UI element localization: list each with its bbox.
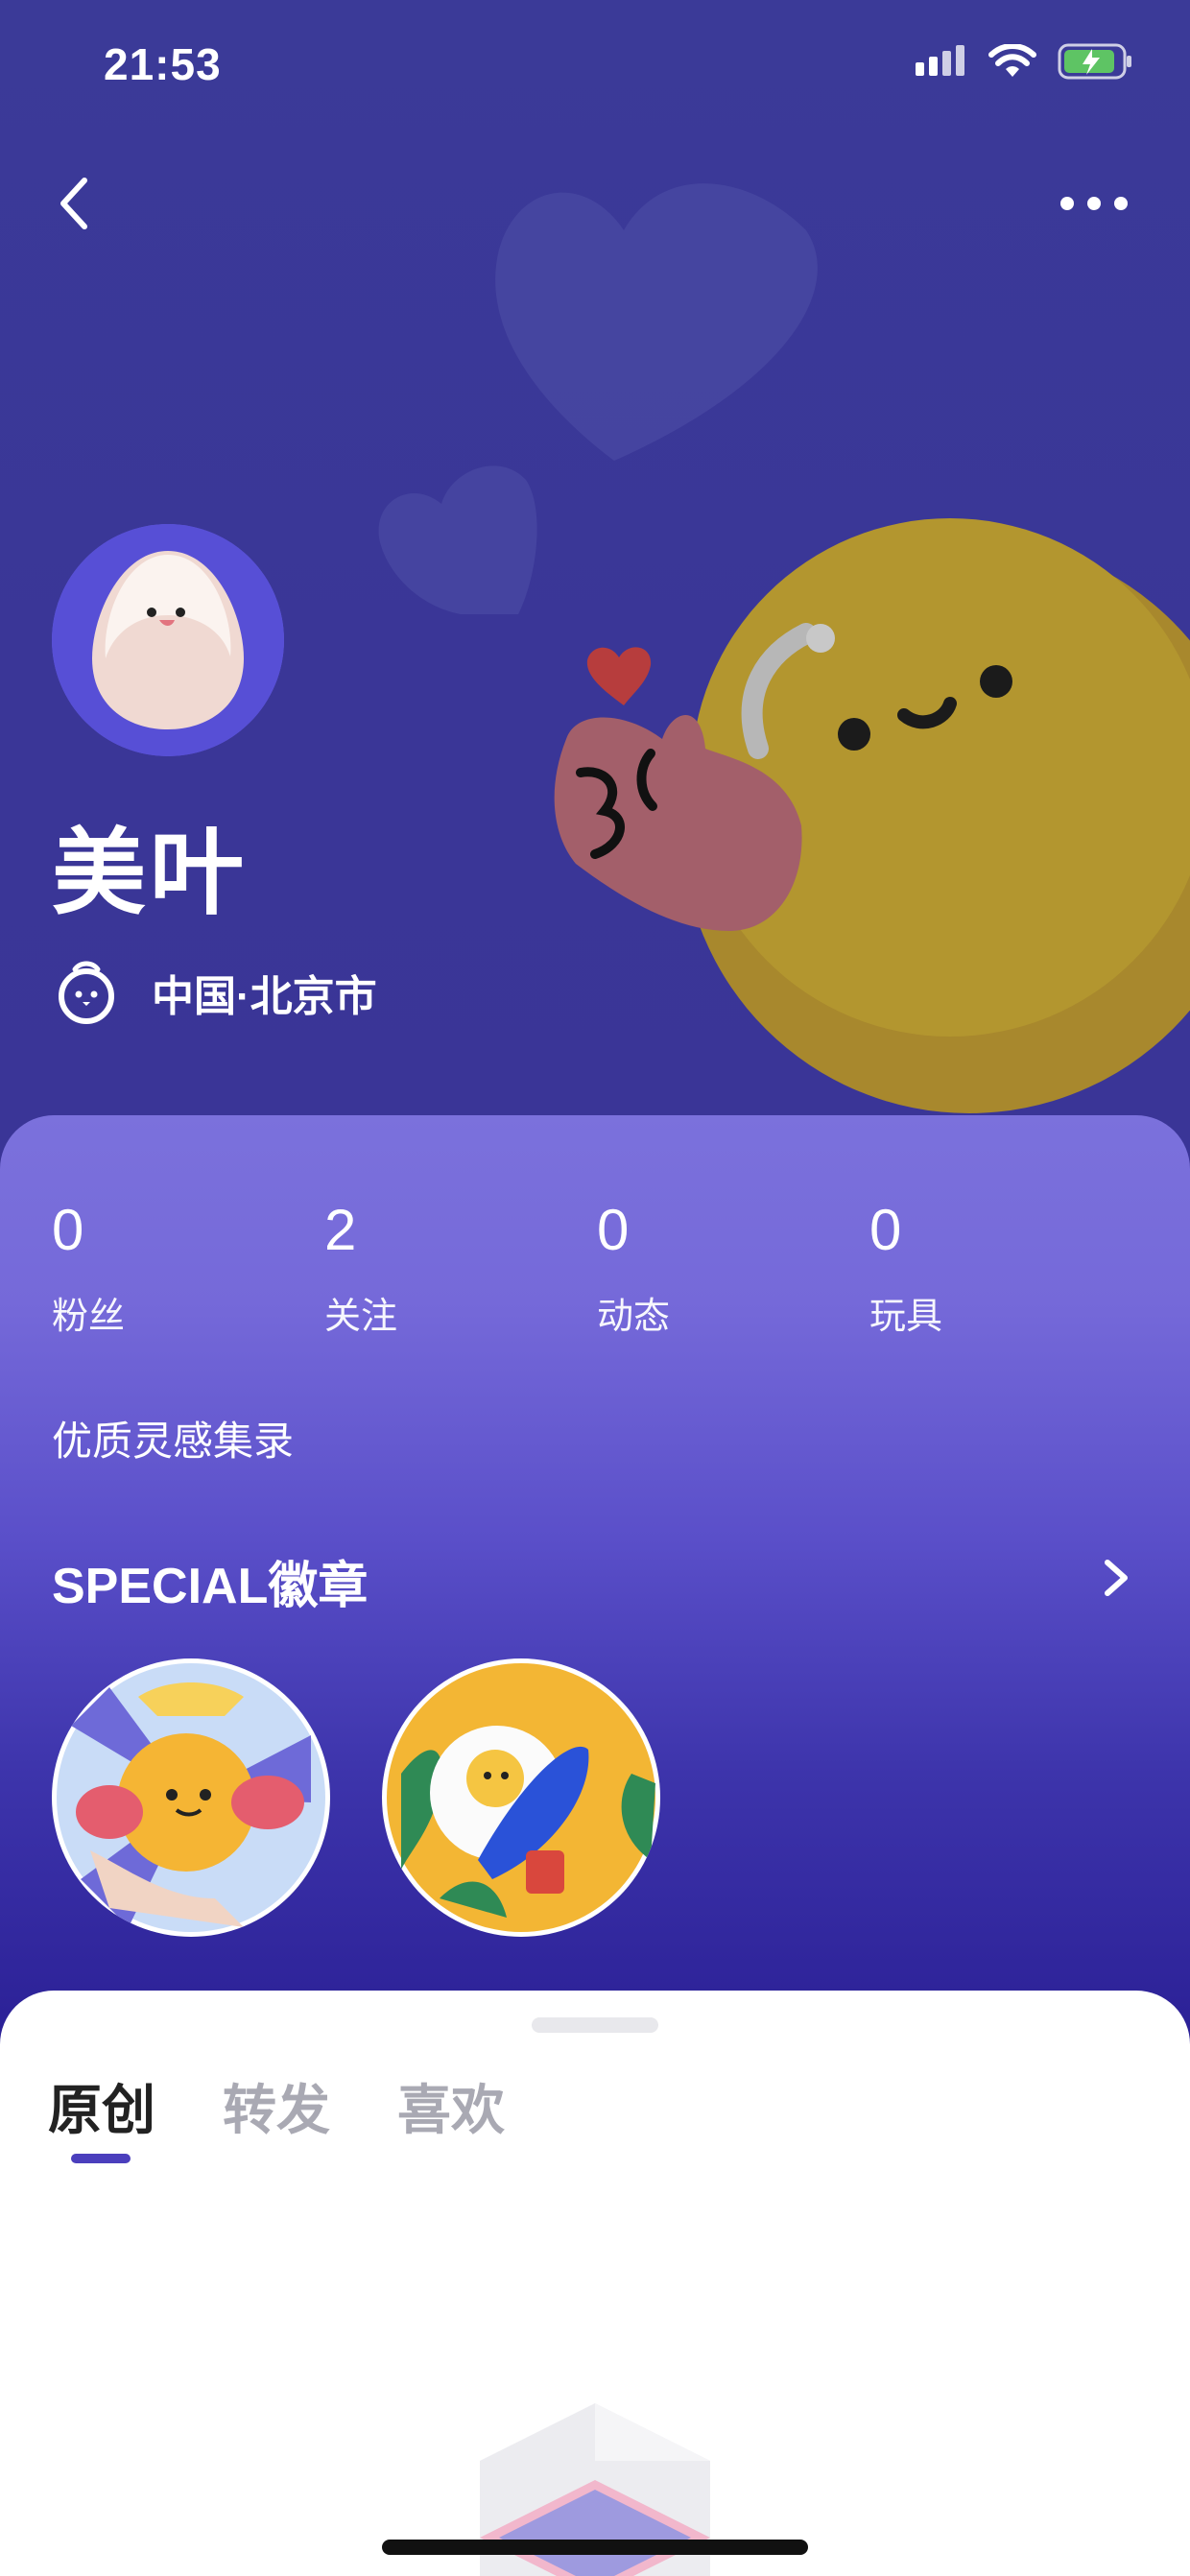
stat-value: 2 [324, 1198, 357, 1262]
chevron-left-icon [60, 178, 87, 229]
tab-likes[interactable]: 喜欢 [397, 2067, 505, 2145]
stat-label: 动态 [597, 1297, 671, 1337]
stat-following[interactable]: 2 关注 [324, 1202, 397, 1339]
back-button[interactable] [46, 173, 107, 234]
profile-name: 美叶 [52, 820, 249, 925]
badges-more-button[interactable] [1096, 1549, 1138, 1607]
stat-value: 0 [869, 1198, 902, 1262]
active-tab-indicator [71, 2154, 131, 2163]
stat-toys[interactable]: 0 玩具 [869, 1202, 942, 1339]
badge-item[interactable] [52, 1658, 330, 1937]
location-row: 中国·北京市 [56, 960, 377, 1025]
inspiration-collection-link[interactable]: 优质灵感集录 [52, 1409, 294, 1467]
status-bar: 21:53 [0, 0, 1190, 125]
sheet-handle[interactable] [532, 2017, 658, 2033]
tab-repost[interactable]: 转发 [223, 2067, 330, 2145]
stat-posts[interactable]: 0 动态 [597, 1202, 670, 1339]
stat-label: 关注 [324, 1297, 398, 1337]
sticker-badge-egg [387, 1663, 660, 1937]
stat-value: 0 [52, 1198, 84, 1262]
profile-header: 21:53 美叶 中国·北京市 [0, 0, 1190, 1152]
location-pin-icon [59, 961, 114, 1024]
sticker-badge-sun [57, 1663, 330, 1937]
content-tabs: 原创 转发 喜欢 [48, 2067, 505, 2145]
stat-label: 粉丝 [52, 1297, 126, 1337]
badges-title: SPECIAL徽章 [52, 1559, 369, 1614]
avatar[interactable] [52, 524, 284, 756]
home-indicator[interactable] [382, 2540, 808, 2555]
badge-item[interactable] [382, 1658, 660, 1937]
content-sheet: 原创 转发 喜欢 [0, 1991, 1190, 2576]
battery-charging-icon [1058, 43, 1131, 80]
egg-mascot-avatar [52, 524, 284, 756]
wifi-icon [988, 44, 1036, 77]
chevron-right-icon [1105, 1560, 1128, 1596]
more-button[interactable] [1056, 182, 1132, 225]
stat-label: 玩具 [869, 1297, 943, 1337]
status-time: 21:53 [104, 39, 222, 89]
cellular-signal-icon [916, 45, 964, 76]
tab-original[interactable]: 原创 [48, 2067, 155, 2145]
profile-card: 0 粉丝 2 关注 0 动态 0 玩具 优质灵感集录 SPECIAL徽章 [0, 1115, 1190, 2056]
location-text: 中国·北京市 [152, 973, 377, 1020]
profile-screen: 21:53 美叶 中国·北京市 0 粉丝 2 关注 0 动态 0 玩具 优质灵感… [0, 0, 1190, 2576]
more-dots-icon [1060, 197, 1128, 210]
stat-fans[interactable]: 0 粉丝 [52, 1202, 125, 1339]
status-icons [914, 43, 1134, 80]
stat-value: 0 [597, 1198, 630, 1262]
